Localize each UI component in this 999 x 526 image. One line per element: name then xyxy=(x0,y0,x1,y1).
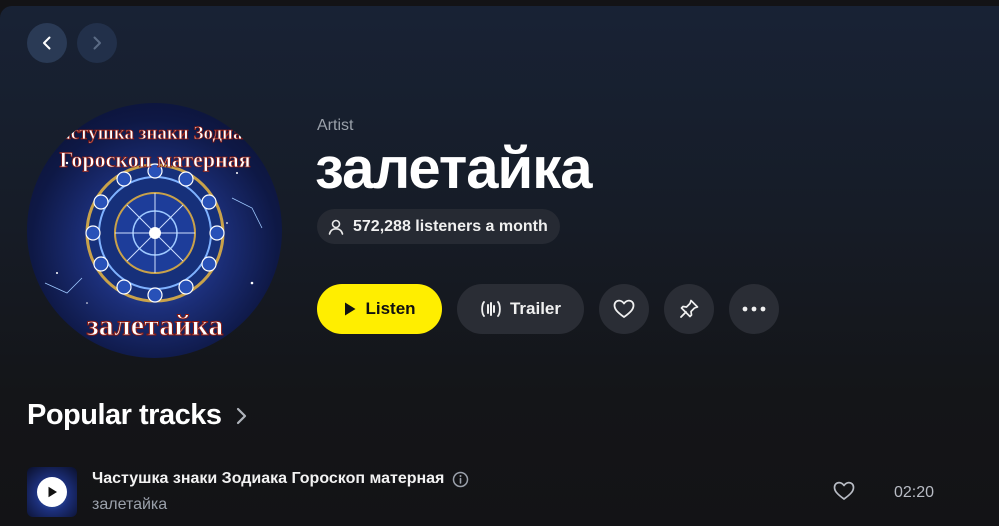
track-title[interactable]: Частушка знаки Зодиака Гороскоп матерная xyxy=(92,470,469,488)
chevron-left-icon xyxy=(43,36,51,50)
play-icon xyxy=(345,302,356,316)
listen-button[interactable]: Listen xyxy=(317,284,442,334)
listen-label: Listen xyxy=(365,299,416,318)
track-play-button[interactable] xyxy=(37,477,67,507)
user-icon xyxy=(328,219,344,235)
track-row[interactable]: Частушка знаки Зодиака Гороскоп матерная… xyxy=(27,466,972,518)
artist-cover-artwork: Частушка знаки Зодиака Гороскоп матерная… xyxy=(44,123,264,343)
more-options-button[interactable] xyxy=(729,284,779,334)
artist-cover: Частушка знаки Зодиака Гороскоп матерная… xyxy=(27,103,282,358)
track-cover[interactable] xyxy=(27,467,77,517)
listeners-count: 572,288 listeners a month xyxy=(353,217,548,235)
heart-icon xyxy=(833,481,855,500)
chevron-right-icon xyxy=(237,407,247,424)
info-icon[interactable] xyxy=(452,471,469,488)
trailer-label: Trailer xyxy=(509,299,562,318)
forward-button[interactable] xyxy=(77,23,117,63)
pin-icon xyxy=(680,299,699,318)
popular-tracks-link[interactable]: Popular tracks xyxy=(27,399,247,432)
popular-tracks-title: Popular tracks xyxy=(27,399,222,431)
track-duration: 02:20 xyxy=(894,484,935,501)
chevron-right-icon xyxy=(93,36,101,50)
play-icon xyxy=(48,486,57,498)
artist-type-label: Artist xyxy=(317,117,354,134)
track-artist[interactable]: залетайка xyxy=(92,496,167,514)
listeners-chip: 572,288 listeners a month xyxy=(317,209,560,244)
trailer-waveform-icon xyxy=(481,301,501,317)
track-title-text: Частушка знаки Зодиака Гороскоп матерная xyxy=(92,470,445,487)
cover-text-bottom: залетайка xyxy=(87,309,224,342)
cover-text-mid: Гороскоп матерная xyxy=(59,147,250,172)
trailer-button[interactable]: Trailer xyxy=(457,284,584,334)
more-dots-icon xyxy=(742,306,766,312)
track-like-button[interactable] xyxy=(833,481,855,506)
pin-button[interactable] xyxy=(664,284,714,334)
back-button[interactable] xyxy=(27,23,67,63)
like-artist-button[interactable] xyxy=(599,284,649,334)
artist-name: залетайка xyxy=(315,136,592,201)
heart-icon xyxy=(613,299,635,318)
